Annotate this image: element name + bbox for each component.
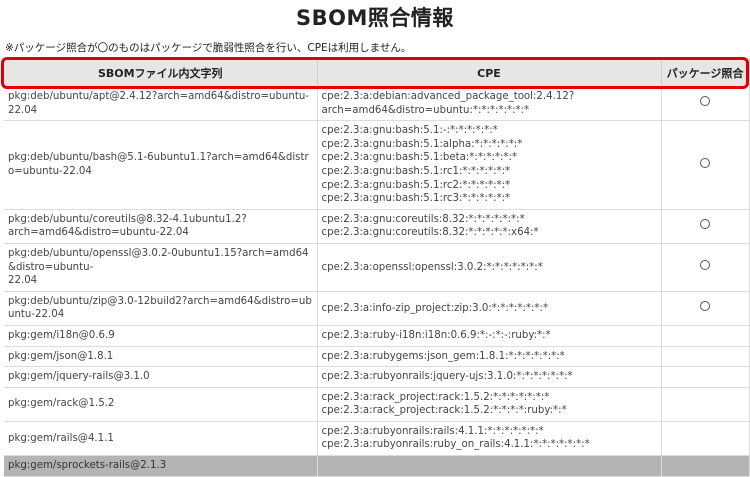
cell-cpe: cpe:2.3:a:ruby-i18n:i18n:0.6.9:*:-:*:-:r… <box>317 325 662 347</box>
cell-sbom-string: pkg:deb/ubuntu/openssl@3.0.2-0ubuntu1.15… <box>4 243 318 292</box>
table-row[interactable]: pkg:gem/rack@1.5.2 cpe:2.3:a:rack_project… <box>4 387 750 422</box>
table-body: pkg:deb/ubuntu/apt@2.4.12?arch=amd64&dis… <box>4 87 750 477</box>
table-header: SBOMファイル内文字列 CPE パッケージ照合 <box>4 59 750 87</box>
cell-cpe: cpe:2.3:a:rubyonrails:jquery-ujs:3.1.0:*… <box>317 366 662 388</box>
table-row[interactable]: pkg:deb/ubuntu/apt@2.4.12?arch=amd64&dis… <box>4 87 750 122</box>
column-header-cpe[interactable]: CPE <box>317 59 662 87</box>
cell-package-match <box>661 387 750 422</box>
cell-sbom-string: pkg:gem/json@1.8.1 <box>4 346 318 368</box>
match-circle-icon <box>700 260 710 271</box>
cell-package-match <box>661 243 750 292</box>
cell-sbom-string: pkg:gem/i18n@0.6.9 <box>4 325 318 347</box>
page-title: SBOM照合情報 <box>296 6 454 30</box>
cell-sbom-string: pkg:deb/ubuntu/zip@3.0-12build2?arch=amd… <box>4 291 318 326</box>
cell-cpe <box>317 455 662 477</box>
cell-package-match <box>661 325 750 347</box>
cell-package-match <box>661 87 750 122</box>
cell-cpe: cpe:2.3:a:rack_project:rack:1.5.2:*:*:*:… <box>317 387 662 422</box>
match-circle-icon <box>700 219 710 230</box>
cell-sbom-string: pkg:deb/ubuntu/coreutils@8.32-4.1ubuntu1… <box>4 209 318 244</box>
table-row[interactable]: pkg:gem/sprockets-rails@2.1.3 <box>4 455 750 477</box>
cell-sbom-string: pkg:gem/rails@4.1.1 <box>4 421 318 457</box>
cell-cpe: cpe:2.3:a:info-zip_project:zip:3.0:*:*:*… <box>317 291 662 326</box>
sbom-table: SBOMファイル内文字列 CPE パッケージ照合 pkg:deb/ubuntu/… <box>4 59 750 477</box>
column-header-package-match[interactable]: パッケージ照合 <box>661 59 750 87</box>
cell-package-match <box>661 421 750 457</box>
table-row[interactable]: pkg:deb/ubuntu/coreutils@8.32-4.1ubuntu1… <box>4 209 750 244</box>
cell-sbom-string: pkg:deb/ubuntu/bash@5.1-6ubuntu1.1?arch=… <box>4 120 318 210</box>
cell-package-match <box>661 346 750 368</box>
cell-cpe: cpe:2.3:a:gnu:bash:5.1:-:*:*:*:*:*:* cpe… <box>317 120 662 210</box>
cell-package-match <box>661 366 750 388</box>
table-row[interactable]: pkg:deb/ubuntu/bash@5.1-6ubuntu1.1?arch=… <box>4 120 750 210</box>
cell-cpe: cpe:2.3:a:rubyonrails:rails:4.1.1:*:*:*:… <box>317 421 662 457</box>
cell-package-match <box>661 120 750 210</box>
table-row[interactable]: pkg:gem/jquery-rails@3.1.0 cpe:2.3:a:ruby… <box>4 366 750 388</box>
cell-package-match <box>661 291 750 326</box>
match-circle-icon <box>700 301 710 312</box>
table-row[interactable]: pkg:deb/ubuntu/zip@3.0-12build2?arch=amd… <box>4 291 750 326</box>
cell-package-match <box>661 209 750 244</box>
table-row[interactable]: pkg:gem/json@1.8.1 cpe:2.3:a:rubygems:jso… <box>4 346 750 368</box>
cell-package-match <box>661 455 750 477</box>
cell-sbom-string: pkg:gem/jquery-rails@3.1.0 <box>4 366 318 388</box>
match-circle-icon <box>700 157 710 168</box>
match-circle-icon <box>700 96 710 107</box>
cell-cpe: cpe:2.3:a:gnu:coreutils:8.32:*:*:*:*:*:*… <box>317 209 662 244</box>
column-header-sbom[interactable]: SBOMファイル内文字列 <box>4 59 318 87</box>
page-note: ※パッケージ照合が〇のものはパッケージで脆弱性照合を行い、CPEは利用しません。 <box>5 42 412 54</box>
table-row[interactable]: pkg:gem/i18n@0.6.9 cpe:2.3:a:ruby-i18n:i1… <box>4 325 750 347</box>
header-row: SBOMファイル内文字列 CPE パッケージ照合 <box>4 59 750 87</box>
cell-sbom-string: pkg:gem/sprockets-rails@2.1.3 <box>4 455 318 477</box>
cell-sbom-string: pkg:deb/ubuntu/apt@2.4.12?arch=amd64&dis… <box>4 87 318 122</box>
cell-cpe: cpe:2.3:a:rubygems:json_gem:1.8.1:*:*:*:… <box>317 346 662 368</box>
cell-cpe: cpe:2.3:a:openssl:openssl:3.0.2:*:*:*:*:… <box>317 243 662 292</box>
cell-cpe: cpe:2.3:a:debian:advanced_package_tool:2… <box>317 87 662 122</box>
cell-sbom-string: pkg:gem/rack@1.5.2 <box>4 387 318 422</box>
table-row[interactable]: pkg:deb/ubuntu/openssl@3.0.2-0ubuntu1.15… <box>4 243 750 292</box>
table-row[interactable]: pkg:gem/rails@4.1.1 cpe:2.3:a:rubyonrails… <box>4 421 750 457</box>
